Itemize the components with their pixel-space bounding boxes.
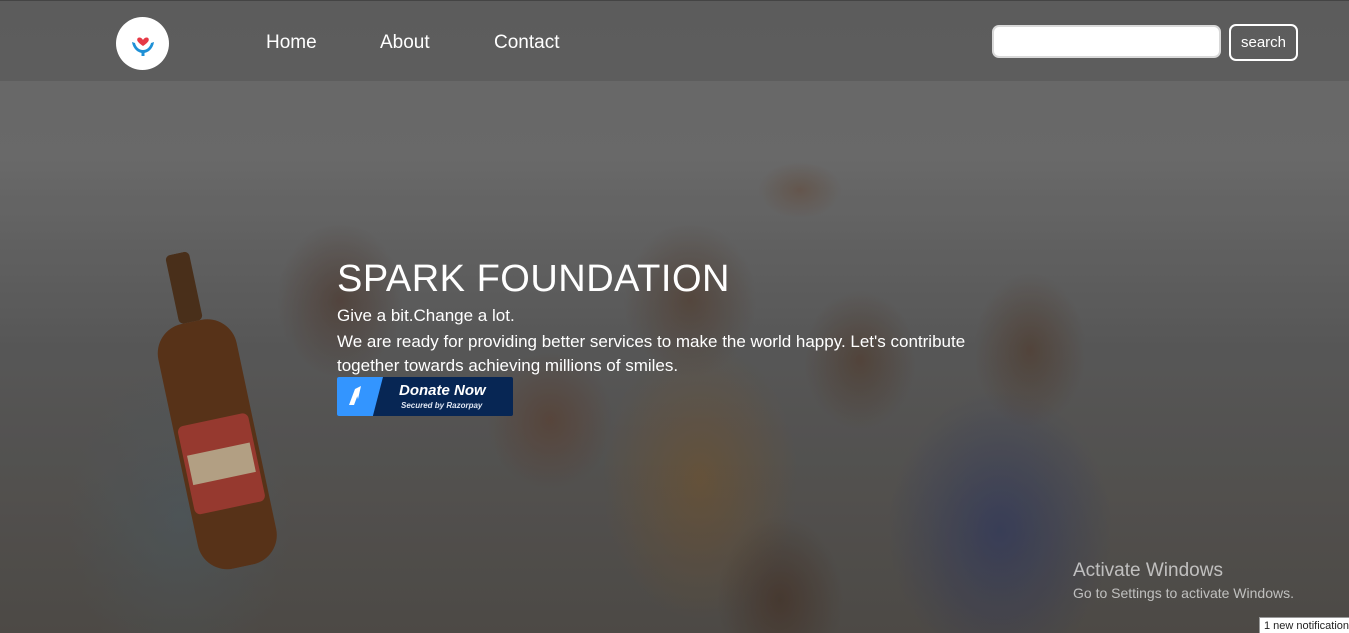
search-input[interactable] [992,25,1221,58]
nav-link-home[interactable]: Home [266,32,317,54]
windows-watermark-title: Activate Windows [1073,560,1223,581]
search-button[interactable]: search [1229,24,1298,61]
hands-heart-icon [131,36,154,56]
razorpay-logo-icon [337,377,383,416]
notification-toast[interactable]: 1 new notification [1259,617,1349,633]
hero-title: SPARK FOUNDATION [337,258,730,300]
nav-link-about[interactable]: About [380,32,430,54]
donate-now-button[interactable]: Donate Now Secured by Razorpay [337,377,513,416]
hero-description: We are ready for providing better servic… [337,332,966,375]
logo[interactable] [116,17,169,70]
donate-sublabel: Secured by Razorpay [401,401,483,410]
hero-overlay [0,0,1349,633]
nav-link-contact[interactable]: Contact [494,32,559,54]
hero-tagline: Give a bit.Change a lot. [337,306,515,325]
windows-watermark-subtitle: Go to Settings to activate Windows. [1073,585,1294,601]
navbar: Home About Contact search [0,0,1349,81]
donate-label: Donate Now [399,382,486,399]
